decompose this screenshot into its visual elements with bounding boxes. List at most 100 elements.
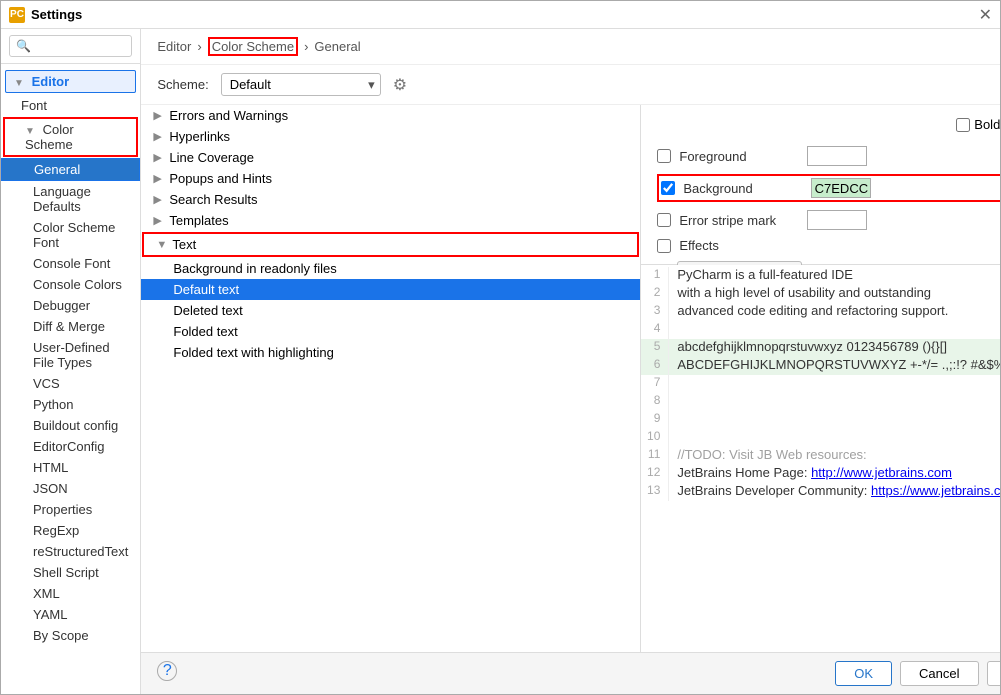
sidebar-item-buildout[interactable]: Buildout config bbox=[1, 415, 140, 436]
sidebar-item-regexp[interactable]: RegExp bbox=[1, 520, 140, 541]
restructuredtext-label: reStructuredText bbox=[33, 544, 128, 559]
line-content-12: JetBrains Home Page: http://www.jetbrain… bbox=[677, 465, 1000, 483]
line-num-11: 11 bbox=[641, 447, 669, 465]
apply-button[interactable]: Apply bbox=[987, 661, 1000, 686]
center-item-errors[interactable]: ▶ Errors and Warnings bbox=[141, 105, 640, 126]
app-icon: PC bbox=[9, 7, 25, 23]
center-item-folded-text[interactable]: Folded text bbox=[141, 321, 640, 342]
errors-arrow: ▶ bbox=[153, 109, 165, 122]
ok-button[interactable]: OK bbox=[835, 661, 892, 686]
bold-item: Bold bbox=[956, 117, 1000, 132]
sidebar-item-yaml[interactable]: YAML bbox=[1, 604, 140, 625]
errors-label: Errors and Warnings bbox=[169, 108, 288, 123]
line-num-3: 3 bbox=[641, 303, 669, 321]
breadcrumb-sep1: › bbox=[197, 39, 201, 54]
cancel-button[interactable]: Cancel bbox=[900, 661, 978, 686]
search-input[interactable] bbox=[9, 35, 132, 57]
center-item-folded-highlighting[interactable]: Folded text with highlighting bbox=[141, 342, 640, 363]
sidebar-item-editorconfig[interactable]: EditorConfig bbox=[1, 436, 140, 457]
error-stripe-color-box[interactable] bbox=[807, 210, 867, 230]
code-line-10: 10 bbox=[641, 429, 1000, 447]
default-text-label: Default text bbox=[173, 282, 239, 297]
scheme-bar: Scheme: Default Classic Light Darcula Hi… bbox=[141, 65, 1000, 105]
deleted-text-label: Deleted text bbox=[173, 303, 242, 318]
error-stripe-checkbox[interactable] bbox=[657, 213, 671, 227]
sidebar-item-by-scope[interactable]: By Scope bbox=[1, 625, 140, 646]
effects-label: Effects bbox=[679, 238, 799, 253]
title-bar-left: PC Settings bbox=[9, 7, 82, 23]
scheme-select[interactable]: Default Classic Light Darcula High Contr… bbox=[221, 73, 381, 96]
center-item-bg-readonly[interactable]: Background in readonly files bbox=[141, 258, 640, 279]
sidebar-item-python[interactable]: Python bbox=[1, 394, 140, 415]
line-content-4 bbox=[677, 321, 1000, 339]
sidebar-item-diff-merge[interactable]: Diff & Merge bbox=[1, 316, 140, 337]
sidebar-item-xml[interactable]: XML bbox=[1, 583, 140, 604]
line-content-7 bbox=[677, 375, 1000, 393]
center-item-templates[interactable]: ▶ Templates bbox=[141, 210, 640, 231]
line-content-10 bbox=[677, 429, 1000, 447]
font-label: Font bbox=[21, 98, 47, 113]
sidebar-item-vcs[interactable]: VCS bbox=[1, 373, 140, 394]
background-checkbox[interactable] bbox=[661, 181, 675, 195]
sidebar-item-user-defined[interactable]: User-Defined File Types bbox=[1, 337, 140, 373]
center-item-text[interactable]: ▼ Text bbox=[142, 232, 639, 257]
sidebar-item-console-font[interactable]: Console Font bbox=[1, 253, 140, 274]
folded-text-label: Folded text bbox=[173, 324, 237, 339]
regexp-label: RegExp bbox=[33, 523, 79, 538]
bold-checkbox[interactable] bbox=[956, 118, 970, 132]
sidebar-item-general[interactable]: General bbox=[1, 158, 140, 181]
sidebar-item-editor[interactable]: ▼ Editor bbox=[5, 70, 136, 93]
properties-label: Properties bbox=[33, 502, 92, 517]
settings-window: PC Settings ✕ ▼ Editor Font ▼ bbox=[0, 0, 1001, 695]
breadcrumb-general: General bbox=[314, 39, 360, 54]
line-num-12: 12 bbox=[641, 465, 669, 483]
bg-readonly-label: Background in readonly files bbox=[173, 261, 336, 276]
sidebar-item-color-scheme[interactable]: ▼ Color Scheme bbox=[3, 117, 138, 157]
error-stripe-row: Error stripe mark bbox=[657, 210, 1000, 230]
gear-icon[interactable]: ⚙ bbox=[393, 75, 407, 95]
breadcrumb-color-scheme: Color Scheme bbox=[208, 37, 298, 56]
foreground-checkbox[interactable] bbox=[657, 149, 671, 163]
python-label: Python bbox=[33, 397, 73, 412]
search-label: Search Results bbox=[169, 192, 257, 207]
sidebar-item-color-scheme-font[interactable]: Color Scheme Font bbox=[1, 217, 140, 253]
right-panel: Editor › Color Scheme › General Reset Sc… bbox=[141, 29, 1000, 694]
xml-label: XML bbox=[33, 586, 60, 601]
center-item-default-text[interactable]: Default text bbox=[141, 279, 640, 300]
help-icon[interactable]: ? bbox=[157, 661, 177, 681]
color-scheme-expand-icon: ▼ bbox=[25, 126, 35, 137]
sidebar-item-font[interactable]: Font bbox=[1, 95, 140, 116]
background-color-box[interactable]: C7EDCC bbox=[811, 178, 871, 198]
search-arrow: ▶ bbox=[153, 193, 165, 206]
user-defined-label: User-Defined File Types bbox=[33, 340, 110, 370]
hyperlinks-label: Hyperlinks bbox=[169, 129, 230, 144]
line-num-1: 1 bbox=[641, 267, 669, 285]
line-coverage-arrow: ▶ bbox=[153, 151, 165, 164]
sidebar-item-html[interactable]: HTML bbox=[1, 457, 140, 478]
effects-checkbox[interactable] bbox=[657, 239, 671, 253]
sidebar-item-restructuredtext[interactable]: reStructuredText bbox=[1, 541, 140, 562]
editor-expand-icon: ▼ bbox=[14, 78, 24, 89]
sidebar-item-properties[interactable]: Properties bbox=[1, 499, 140, 520]
center-tree-panel: ▶ Errors and Warnings ▶ Hyperlinks ▶ Lin… bbox=[141, 105, 641, 652]
center-item-popups[interactable]: ▶ Popups and Hints bbox=[141, 168, 640, 189]
sidebar-item-console-colors[interactable]: Console Colors bbox=[1, 274, 140, 295]
bold-italic-row: Bold Italic bbox=[657, 117, 1000, 132]
sidebar-item-language-defaults[interactable]: Language Defaults bbox=[1, 181, 140, 217]
foreground-row: Foreground bbox=[657, 146, 1000, 166]
line-content-9 bbox=[677, 411, 1000, 429]
sidebar-item-shell-script[interactable]: Shell Script bbox=[1, 562, 140, 583]
center-item-deleted-text[interactable]: Deleted text bbox=[141, 300, 640, 321]
center-item-hyperlinks[interactable]: ▶ Hyperlinks bbox=[141, 126, 640, 147]
close-button[interactable]: ✕ bbox=[979, 5, 992, 25]
sidebar-item-json[interactable]: JSON bbox=[1, 478, 140, 499]
sidebar-item-debugger[interactable]: Debugger bbox=[1, 295, 140, 316]
center-item-search[interactable]: ▶ Search Results bbox=[141, 189, 640, 210]
breadcrumb: Editor › Color Scheme › General bbox=[157, 37, 360, 56]
bold-label: Bold bbox=[974, 117, 1000, 132]
foreground-color-box[interactable] bbox=[807, 146, 867, 166]
json-label: JSON bbox=[33, 481, 68, 496]
templates-arrow: ▶ bbox=[153, 214, 165, 227]
center-item-line-coverage[interactable]: ▶ Line Coverage bbox=[141, 147, 640, 168]
line-num-8: 8 bbox=[641, 393, 669, 411]
